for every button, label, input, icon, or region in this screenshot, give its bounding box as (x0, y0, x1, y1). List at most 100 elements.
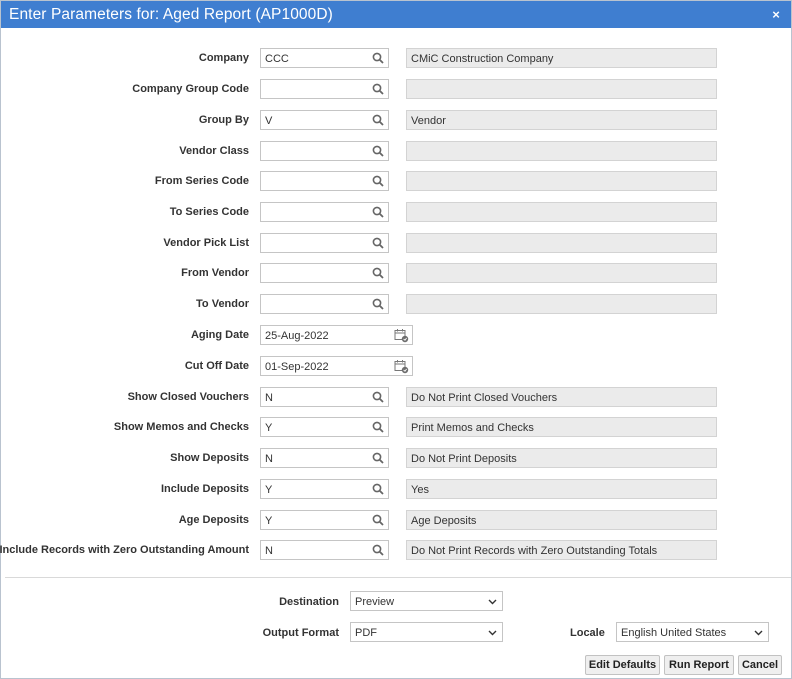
aging-date-label: Aging Date (190, 329, 249, 341)
to-series-code-label: To Series Code (169, 206, 249, 218)
company-label: Company (198, 52, 249, 64)
calendar-icon[interactable] (394, 328, 409, 343)
locale-value: English United States (621, 627, 727, 639)
param-row-from-series-code: From Series Code (1, 171, 791, 193)
param-row-vendor-class: Vendor Class (1, 141, 791, 163)
group-by-description: Vendor (406, 110, 717, 130)
output-format-select[interactable]: PDF (350, 622, 503, 642)
include-zero-outstanding-label: Include Records with Zero Outstanding Am… (0, 544, 249, 556)
include-zero-outstanding-description-text: Do Not Print Records with Zero Outstandi… (411, 545, 658, 557)
search-icon[interactable] (372, 267, 384, 279)
dialog-title: Enter Parameters for: Aged Report (AP100… (9, 5, 333, 23)
group-by-value: V (265, 115, 273, 127)
include-zero-outstanding-input[interactable]: N (260, 540, 389, 560)
search-icon[interactable] (372, 145, 384, 157)
from-vendor-input[interactable] (260, 263, 389, 283)
search-icon[interactable] (372, 452, 384, 464)
aging-date-value: 25-Aug-2022 (265, 330, 329, 342)
destination-label: Destination (279, 596, 339, 608)
show-deposits-value: N (265, 453, 273, 465)
to-series-code-input[interactable] (260, 202, 389, 222)
param-row-include-deposits: Include Deposits Y Yes (1, 479, 791, 501)
report-parameters-dialog: Enter Parameters for: Aged Report (AP100… (0, 0, 792, 679)
group-by-input[interactable]: V (260, 110, 389, 130)
include-deposits-label: Include Deposits (160, 483, 249, 495)
vendor-class-label: Vendor Class (179, 145, 249, 157)
calendar-icon[interactable] (394, 359, 409, 374)
cut-off-date-value: 01-Sep-2022 (265, 361, 329, 373)
age-deposits-input[interactable]: Y (260, 510, 389, 530)
search-icon[interactable] (372, 175, 384, 187)
destination-select[interactable]: Preview (350, 591, 503, 611)
show-deposits-description: Do Not Print Deposits (406, 448, 717, 468)
run-report-button[interactable]: Run Report (664, 655, 734, 675)
param-row-company: Company CCC CMiC Construction Company (1, 48, 791, 70)
chevron-down-icon (488, 630, 497, 636)
edit-defaults-button[interactable]: Edit Defaults (585, 655, 660, 675)
search-icon[interactable] (372, 52, 384, 64)
show-memos-checks-description-text: Print Memos and Checks (411, 422, 534, 434)
include-zero-outstanding-description: Do Not Print Records with Zero Outstandi… (406, 540, 717, 560)
search-icon[interactable] (372, 237, 384, 249)
search-icon[interactable] (372, 483, 384, 495)
locale-label: Locale (570, 627, 605, 639)
search-icon[interactable] (372, 514, 384, 526)
search-icon[interactable] (372, 544, 384, 556)
param-row-show-deposits: Show Deposits N Do Not Print Deposits (1, 448, 791, 470)
close-icon[interactable]: × (769, 7, 783, 22)
cut-off-date-label: Cut Off Date (184, 360, 249, 372)
show-deposits-input[interactable]: N (260, 448, 389, 468)
include-deposits-input[interactable]: Y (260, 479, 389, 499)
search-icon[interactable] (372, 83, 384, 95)
company-group-code-description (406, 79, 717, 99)
search-icon[interactable] (372, 206, 384, 218)
param-row-to-vendor: To Vendor (1, 294, 791, 316)
show-deposits-description-text: Do Not Print Deposits (411, 453, 517, 465)
param-row-show-closed-vouchers: Show Closed Vouchers N Do Not Print Clos… (1, 387, 791, 409)
age-deposits-description: Age Deposits (406, 510, 717, 530)
group-by-label: Group By (198, 114, 249, 126)
from-series-code-description (406, 171, 717, 191)
company-input[interactable]: CCC (260, 48, 389, 68)
show-closed-vouchers-value: N (265, 392, 273, 404)
search-icon[interactable] (372, 114, 384, 126)
from-vendor-label: From Vendor (181, 267, 249, 279)
from-series-code-input[interactable] (260, 171, 389, 191)
age-deposits-label: Age Deposits (178, 514, 249, 526)
cut-off-date-input[interactable]: 01-Sep-2022 (260, 356, 413, 376)
output-format-value: PDF (355, 627, 377, 639)
include-deposits-description-text: Yes (411, 484, 429, 496)
param-row-aging-date: Aging Date 25-Aug-2022 (1, 325, 791, 347)
param-row-show-memos-checks: Show Memos and Checks Y Print Memos and … (1, 417, 791, 439)
to-series-code-description (406, 202, 717, 222)
show-closed-vouchers-description: Do Not Print Closed Vouchers (406, 387, 717, 407)
aging-date-input[interactable]: 25-Aug-2022 (260, 325, 413, 345)
show-memos-checks-input[interactable]: Y (260, 417, 389, 437)
group-by-description-text: Vendor (411, 115, 446, 127)
search-icon[interactable] (372, 421, 384, 433)
include-deposits-description: Yes (406, 479, 717, 499)
vendor-pick-list-input[interactable] (260, 233, 389, 253)
show-closed-vouchers-label: Show Closed Vouchers (127, 391, 249, 403)
param-row-include-zero-outstanding: Include Records with Zero Outstanding Am… (0, 540, 791, 562)
show-deposits-label: Show Deposits (170, 452, 249, 464)
company-group-code-input[interactable] (260, 79, 389, 99)
cancel-button[interactable]: Cancel (738, 655, 782, 675)
to-vendor-description (406, 294, 717, 314)
vendor-class-input[interactable] (260, 141, 389, 161)
age-deposits-description-text: Age Deposits (411, 515, 477, 527)
from-vendor-description (406, 263, 717, 283)
param-row-from-vendor: From Vendor (1, 263, 791, 285)
param-row-company-group-code: Company Group Code (1, 79, 791, 101)
locale-select[interactable]: English United States (616, 622, 769, 642)
chevron-down-icon (754, 630, 763, 636)
search-icon[interactable] (372, 391, 384, 403)
show-closed-vouchers-input[interactable]: N (260, 387, 389, 407)
chevron-down-icon (488, 599, 497, 605)
vendor-class-description (406, 141, 717, 161)
search-icon[interactable] (372, 298, 384, 310)
param-row-cut-off-date: Cut Off Date 01-Sep-2022 (1, 356, 791, 378)
company-value: CCC (265, 53, 289, 65)
company-group-code-label: Company Group Code (132, 83, 249, 95)
to-vendor-input[interactable] (260, 294, 389, 314)
